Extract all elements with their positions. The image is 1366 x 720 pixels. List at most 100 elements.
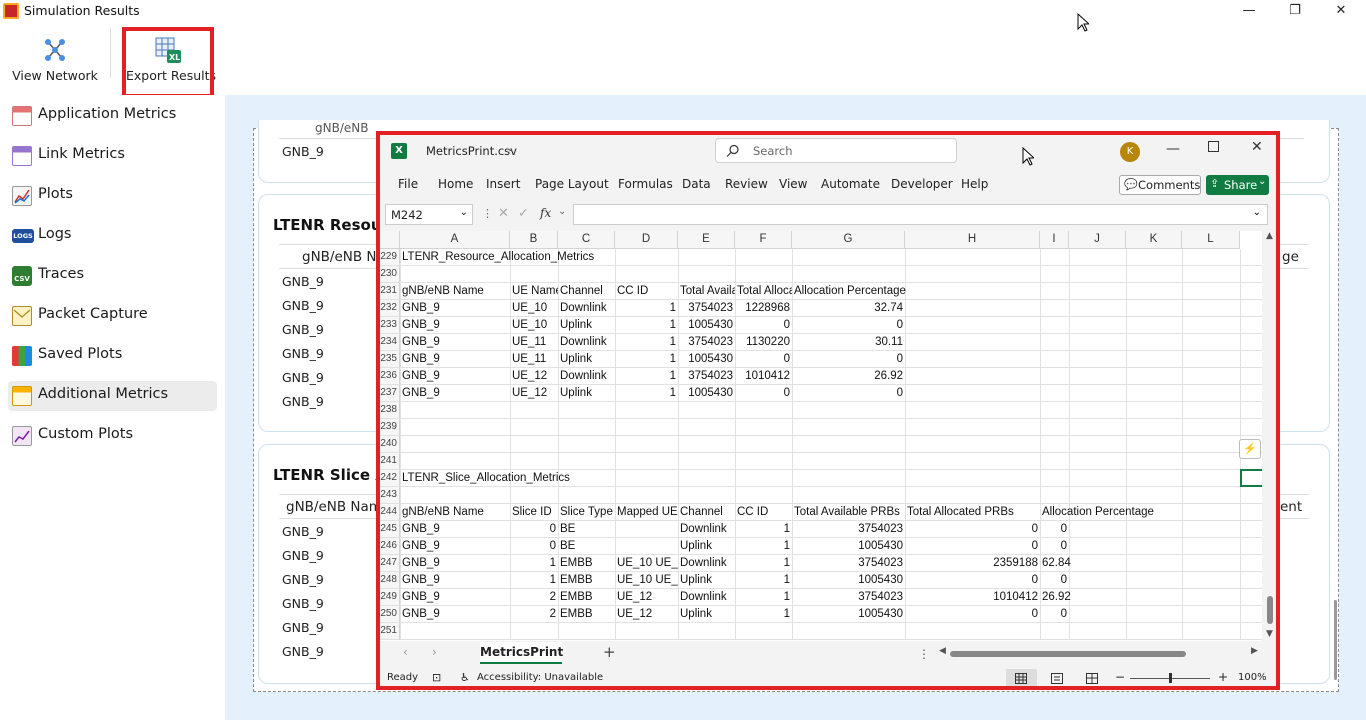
spreadsheet-cell[interactable]: UE_12: [615, 606, 678, 623]
spreadsheet-cell[interactable]: 1005430: [678, 351, 735, 368]
add-sheet-button[interactable]: +: [603, 643, 616, 661]
spreadsheet-cell[interactable]: UE_10: [510, 300, 558, 317]
row-header[interactable]: 232: [378, 300, 400, 317]
spreadsheet-cell[interactable]: Total Allocated PRBs: [735, 283, 792, 300]
spreadsheet-cell[interactable]: GNB_9: [400, 300, 510, 317]
spreadsheet-cell[interactable]: 32.74: [792, 300, 905, 317]
row-header[interactable]: 250: [378, 606, 400, 623]
scroll-left-icon[interactable]: ◀: [939, 646, 946, 656]
spreadsheet-cell[interactable]: 1: [735, 538, 792, 555]
name-box[interactable]: M242 ⌄: [385, 204, 473, 225]
spreadsheet-cell[interactable]: UE Name: [510, 283, 558, 300]
spreadsheet-cell[interactable]: 1: [510, 572, 558, 589]
row-header[interactable]: 233: [378, 317, 400, 334]
spreadsheet-cell[interactable]: GNB_9: [400, 572, 510, 589]
spreadsheet-cell[interactable]: 62.84: [1040, 555, 1071, 572]
spreadsheet-cell[interactable]: UE_11: [510, 334, 558, 351]
spreadsheet-cell[interactable]: Total Available PRBs: [792, 504, 905, 521]
spreadsheet-cell[interactable]: 0: [905, 606, 1040, 623]
select-all-corner[interactable]: [378, 231, 400, 249]
column-header[interactable]: F: [735, 231, 792, 249]
spreadsheet-cell[interactable]: CC ID: [615, 283, 678, 300]
normal-view-button[interactable]: [1006, 669, 1037, 688]
spreadsheet-cell[interactable]: Uplink: [558, 385, 615, 402]
spreadsheet-cell[interactable]: 1: [615, 300, 678, 317]
spreadsheet-cell[interactable]: UE_12: [510, 368, 558, 385]
spreadsheet-cell[interactable]: 0: [1040, 606, 1069, 623]
accessibility-icon[interactable]: ♿: [460, 671, 470, 684]
spreadsheet-cell[interactable]: Downlink: [678, 589, 735, 606]
sidebar-item-custom-plots[interactable]: Custom Plots: [8, 421, 217, 451]
spreadsheet-cell[interactable]: 1: [735, 555, 792, 572]
sidebar-item-additional-metrics[interactable]: Additional Metrics: [8, 381, 217, 411]
spreadsheet-cell[interactable]: 3754023: [792, 555, 905, 572]
spreadsheet-cell[interactable]: 1005430: [678, 317, 735, 334]
spreadsheet-cell[interactable]: 2359188: [905, 555, 1040, 572]
spreadsheet-cell[interactable]: GNB_9: [400, 521, 510, 538]
row-header[interactable]: 249: [378, 589, 400, 606]
spreadsheet-cell[interactable]: Downlink: [678, 555, 735, 572]
vertical-scroll-thumb[interactable]: [1267, 596, 1273, 624]
column-header[interactable]: A: [400, 231, 510, 249]
menu-developer[interactable]: Developer: [891, 177, 953, 191]
column-header[interactable]: K: [1126, 231, 1182, 249]
spreadsheet-cell[interactable]: 0: [792, 317, 905, 334]
column-header[interactable]: B: [510, 231, 558, 249]
row-header[interactable]: 246: [378, 538, 400, 555]
row-header[interactable]: 241: [378, 453, 400, 470]
spreadsheet-cell[interactable]: EMBB: [558, 606, 615, 623]
share-button[interactable]: ⇪ Share ⌄: [1206, 175, 1269, 195]
spreadsheet-cell[interactable]: 3754023: [792, 589, 905, 606]
spreadsheet-cell[interactable]: 0: [1040, 572, 1069, 589]
file-menu-chevron-icon[interactable]: ⌄: [506, 143, 514, 154]
formula-options-icon[interactable]: ⋮: [482, 207, 493, 220]
spreadsheet-cell[interactable]: Allocation Percentage: [1040, 504, 1156, 521]
sidebar-item-logs[interactable]: LOGS Logs: [8, 221, 217, 251]
row-header[interactable]: 236: [378, 368, 400, 385]
close-button[interactable]: ✕: [1318, 0, 1364, 23]
spreadsheet-cell[interactable]: BE: [558, 538, 577, 555]
spreadsheet-cell[interactable]: 1: [615, 351, 678, 368]
menu-page-layout[interactable]: Page Layout: [535, 177, 609, 191]
row-header[interactable]: 235: [378, 351, 400, 368]
spreadsheet-cell[interactable]: 1130220: [735, 334, 792, 351]
spreadsheet-cell[interactable]: 1: [510, 555, 558, 572]
spreadsheet-cell[interactable]: 1: [735, 572, 792, 589]
spreadsheet-cell[interactable]: 1005430: [792, 538, 905, 555]
excel-minimize-button[interactable]: —: [1166, 141, 1180, 157]
spreadsheet-cell[interactable]: GNB_9: [400, 538, 510, 555]
spreadsheet-cell[interactable]: UE_12: [510, 385, 558, 402]
row-header[interactable]: 238: [378, 402, 400, 419]
spreadsheet-cell[interactable]: 1: [615, 385, 678, 402]
spreadsheet-cell[interactable]: Slice Type: [558, 504, 615, 521]
row-header[interactable]: 251: [378, 623, 400, 640]
maximize-button[interactable]: ❐: [1272, 0, 1318, 23]
spreadsheet-cell[interactable]: 3754023: [792, 521, 905, 538]
spreadsheet-cell[interactable]: EMBB: [558, 572, 615, 589]
minimize-button[interactable]: —: [1226, 0, 1272, 23]
spreadsheet-cell[interactable]: 1: [735, 589, 792, 606]
spreadsheet-cell[interactable]: 1228968: [735, 300, 792, 317]
spreadsheet-cell[interactable]: GNB_9: [400, 589, 510, 606]
spreadsheet-cell[interactable]: 2: [510, 589, 558, 606]
spreadsheet-cell[interactable]: 26.92: [792, 368, 905, 385]
menu-insert[interactable]: Insert: [486, 177, 520, 191]
spreadsheet-cell[interactable]: 1: [735, 521, 792, 538]
spreadsheet-cell[interactable]: EMBB: [558, 555, 615, 572]
prev-sheet-icon[interactable]: ‹: [403, 645, 408, 659]
spreadsheet-cell[interactable]: 1005430: [678, 385, 735, 402]
spreadsheet-cell[interactable]: 0: [735, 385, 792, 402]
spreadsheet-grid[interactable]: A B C D E F G H I J K L 229 LTENR_Resource_Allocation…: [378, 231, 1262, 641]
spreadsheet-cell[interactable]: 2: [510, 606, 558, 623]
scroll-right-icon[interactable]: ▶: [1251, 646, 1258, 656]
spreadsheet-cell[interactable]: UE_10 UE_11: [615, 572, 678, 589]
column-header[interactable]: D: [615, 231, 678, 249]
column-header[interactable]: E: [678, 231, 735, 249]
spreadsheet-cell[interactable]: GNB_9: [400, 334, 510, 351]
spreadsheet-cell[interactable]: gNB/eNB Name: [400, 504, 510, 521]
spreadsheet-cell[interactable]: Uplink: [558, 317, 615, 334]
spreadsheet-cell[interactable]: CC ID: [735, 504, 792, 521]
spreadsheet-cell[interactable]: 26.92: [1040, 589, 1071, 606]
column-header[interactable]: H: [905, 231, 1040, 249]
spreadsheet-cell[interactable]: 3754023: [678, 368, 735, 385]
